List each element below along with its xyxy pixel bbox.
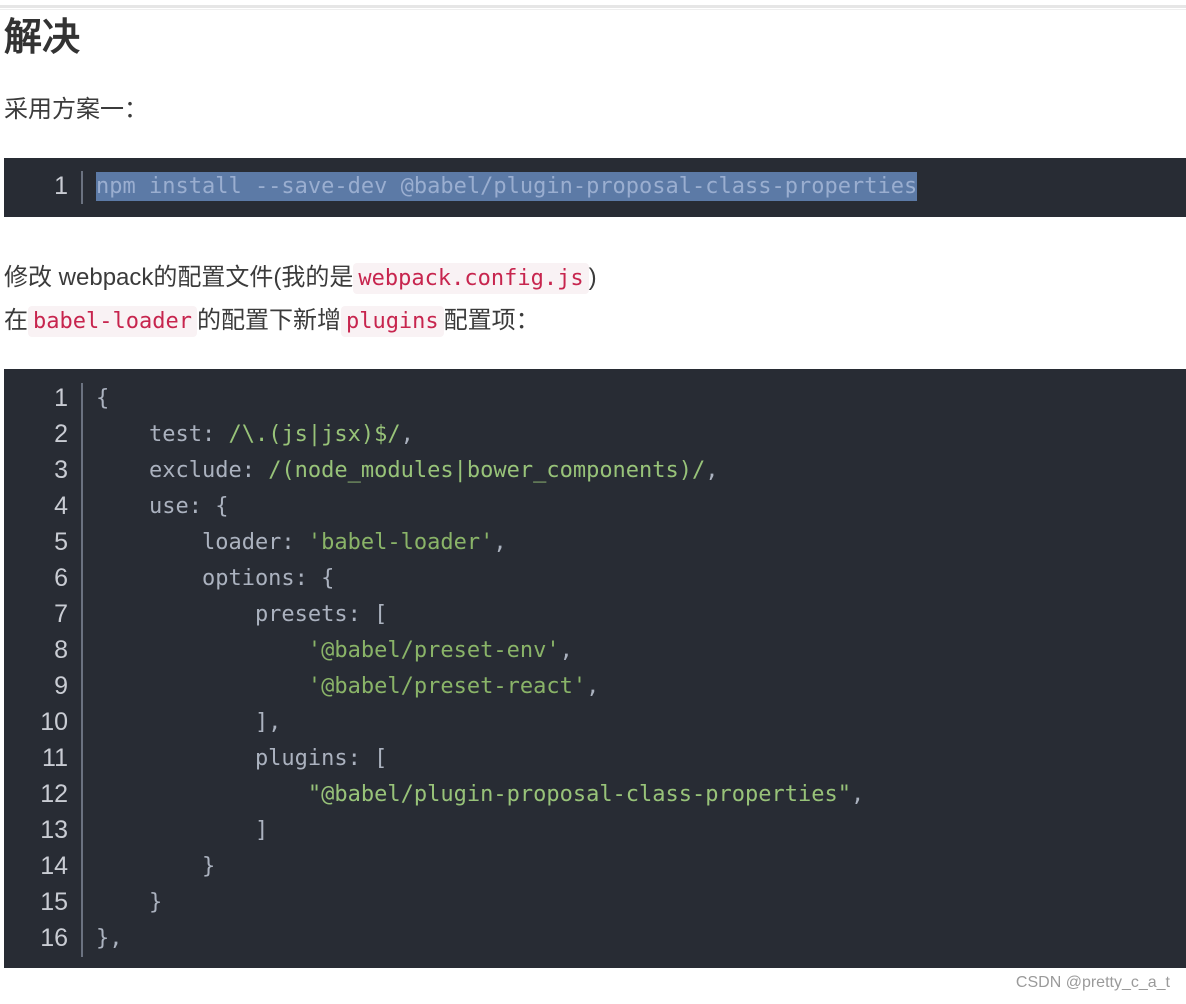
intro-text: 采用方案一： — [4, 96, 148, 123]
instruction-text-part: 的配置下新增 — [196, 307, 341, 334]
code-line[interactable]: test: /\.(js|jsx)$/, — [96, 422, 414, 447]
line-number-gutter: 1 — [4, 158, 82, 217]
selected-command[interactable]: npm install --save-dev @babel/plugin-pro… — [96, 172, 918, 201]
instruction-text-part: ) — [588, 264, 597, 291]
code-line[interactable]: exclude: /(node_modules|bower_components… — [96, 458, 719, 483]
code-line[interactable]: ], — [96, 710, 282, 735]
line-number: 10 — [40, 708, 68, 736]
gutter-divider — [81, 383, 83, 957]
code-line[interactable]: } — [96, 854, 215, 879]
gutter-divider — [81, 171, 83, 204]
line-number: 15 — [40, 888, 68, 916]
code-line[interactable]: npm install --save-dev @babel/plugin-pro… — [96, 172, 918, 201]
line-number: 8 — [54, 636, 68, 664]
code-line[interactable]: ] — [96, 818, 268, 843]
instruction-text-2: 在 babel-loader 的配置下新增 plugins 配置项： — [4, 304, 540, 339]
code-line[interactable]: loader: 'babel-loader', — [96, 530, 507, 555]
code-line[interactable]: options: { — [96, 566, 334, 591]
line-number: 7 — [54, 600, 68, 628]
line-number: 1 — [54, 384, 68, 412]
line-number: 4 — [54, 492, 68, 520]
code-line[interactable]: } — [96, 890, 162, 915]
line-number: 13 — [40, 816, 68, 844]
install-code-block[interactable]: 1 npm install --save-dev @babel/plugin-p… — [4, 158, 1186, 217]
config-code-block[interactable]: 1 2 3 4 5 6 7 8 9 10 11 12 13 14 15 16 {… — [4, 369, 1186, 968]
line-number: 3 — [54, 456, 68, 484]
code-line[interactable]: use: { — [96, 494, 228, 519]
line-number: 5 — [54, 528, 68, 556]
watermark-credit: CSDN @pretty_c_a_t — [1015, 974, 1170, 991]
code-line[interactable]: presets: [ — [96, 602, 387, 627]
instruction-text-part: 配置项： — [443, 307, 540, 334]
code-line[interactable]: }, — [96, 926, 123, 951]
line-number: 12 — [40, 780, 68, 808]
top-divider-shadow — [0, 9, 1186, 10]
inline-code-config-file: webpack.config.js — [353, 263, 589, 294]
instruction-text-part: 修改 webpack的配置文件(我的是 — [4, 264, 354, 291]
code-line[interactable]: '@babel/preset-env', — [96, 638, 573, 663]
instruction-text-part: 在 — [4, 307, 28, 334]
code-line[interactable]: plugins: [ — [96, 746, 387, 771]
line-number: 1 — [54, 172, 68, 200]
inline-code-babel-loader: babel-loader — [28, 306, 197, 337]
code-line[interactable]: '@babel/preset-react', — [96, 674, 599, 699]
line-number: 9 — [54, 672, 68, 700]
instruction-text: 修改 webpack的配置文件(我的是 webpack.config.js) — [4, 261, 597, 296]
code-line[interactable]: "@babel/plugin-proposal-class-properties… — [96, 782, 864, 807]
line-number: 16 — [40, 924, 68, 952]
line-number: 6 — [54, 564, 68, 592]
line-number: 14 — [40, 852, 68, 880]
top-divider — [0, 5, 1186, 8]
inline-code-plugins: plugins — [340, 306, 444, 337]
line-number-gutter: 1 2 3 4 5 6 7 8 9 10 11 12 13 14 15 16 — [4, 369, 82, 968]
code-line[interactable]: { — [96, 386, 109, 411]
line-number: 2 — [54, 420, 68, 448]
section-heading: 解决 — [4, 17, 81, 59]
line-number: 11 — [42, 744, 68, 772]
